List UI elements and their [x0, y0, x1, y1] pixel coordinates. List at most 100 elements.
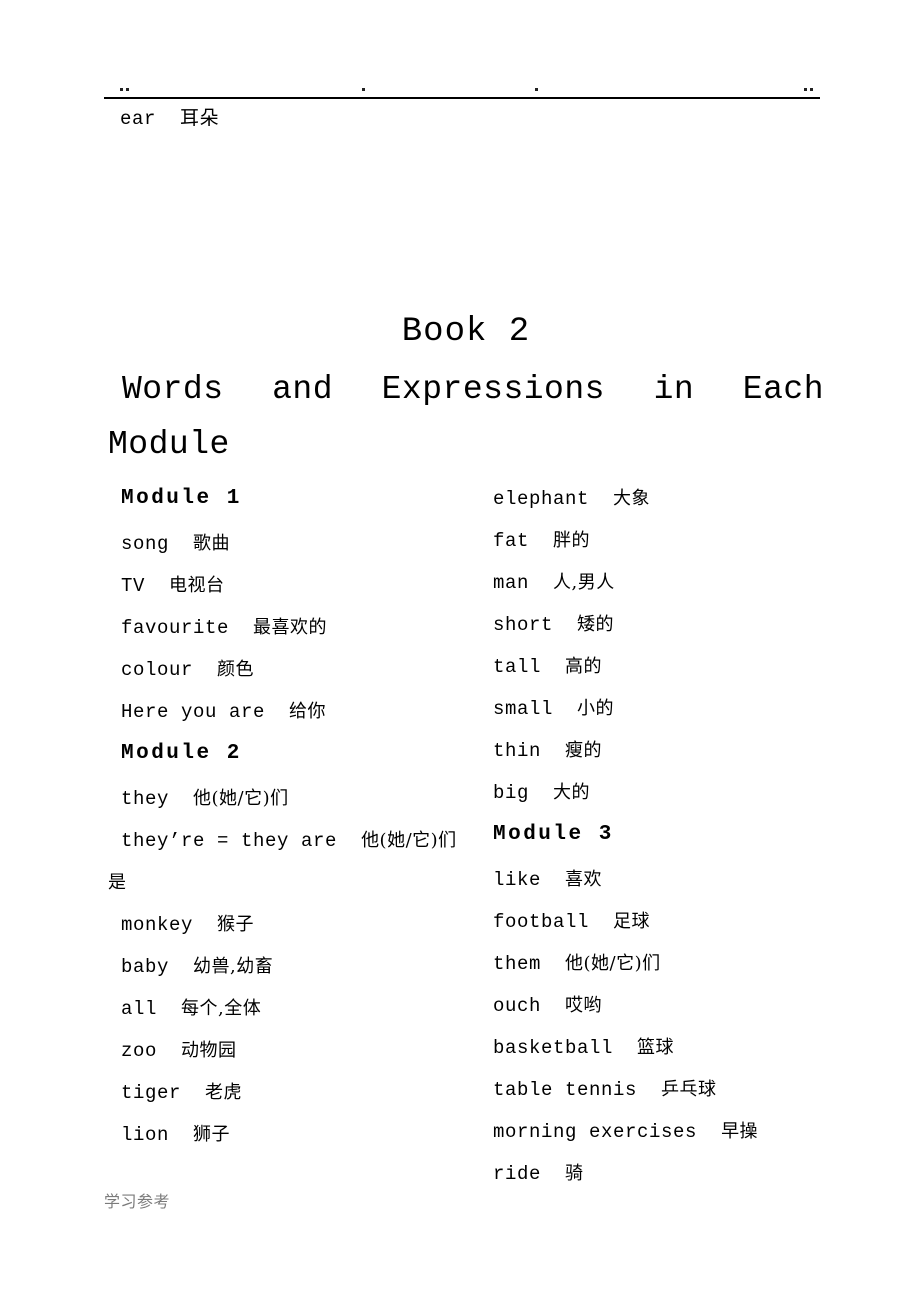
- page-subtitle-line-1: Words and Expressions in Each: [122, 371, 824, 408]
- vocabulary-translation: 乒乓球: [661, 1079, 717, 1100]
- vocabulary-entry: baby 幼兽,幼畜: [108, 946, 478, 988]
- vocabulary-translation: 大的: [553, 782, 591, 803]
- vocabulary-translation: 骑: [565, 1163, 584, 1184]
- entry-spacer: [145, 575, 169, 597]
- vocabulary-term: they: [121, 788, 170, 810]
- vocabulary-entry: thin 瘦的: [480, 730, 850, 772]
- vocabulary-term: all: [121, 998, 158, 1020]
- vocabulary-column-right: elephant 大象 fat 胖的 man 人,男人 short 矮的 tall 高的…: [480, 478, 850, 1195]
- vocabulary-translation: 老虎: [205, 1082, 243, 1103]
- entry-spacer: [157, 998, 181, 1020]
- vocabulary-translation: 电视台: [169, 575, 225, 596]
- vocabulary-translation: 狮子: [193, 1124, 231, 1145]
- vocabulary-translation: 喜欢: [565, 869, 603, 890]
- vocabulary-translation: 矮的: [577, 614, 615, 635]
- vocabulary-term: football: [493, 911, 590, 933]
- entry-spacer: [637, 1079, 661, 1101]
- vocabulary-term: basketball: [493, 1037, 614, 1059]
- header-divider: [104, 97, 820, 99]
- vocabulary-entry: they 他(她/它)们: [108, 778, 478, 820]
- vocabulary-entry: all 每个,全体: [108, 988, 478, 1030]
- vocabulary-translation: 他(她/它)们: [565, 953, 661, 974]
- scan-speck-icon: [535, 88, 538, 91]
- vocabulary-term: fat: [493, 530, 530, 552]
- vocabulary-entry: fat 胖的: [480, 520, 850, 562]
- entry-spacer: [553, 614, 577, 636]
- vocabulary-translation: 人,男人: [553, 572, 615, 593]
- entry-spacer: [193, 914, 217, 936]
- entry-spacer: [613, 1037, 637, 1059]
- entry-spacer: [181, 1082, 205, 1104]
- vocabulary-term: monkey: [121, 914, 194, 936]
- entry-spacer: [157, 1040, 181, 1062]
- vocabulary-translation: 给你: [289, 701, 327, 722]
- vocabulary-term: elephant: [493, 488, 590, 510]
- entry-spacer: [541, 1163, 565, 1185]
- vocabulary-entry: small 小的: [480, 688, 850, 730]
- scan-speck-icon: [120, 88, 123, 91]
- page-title: Book 2: [401, 313, 531, 351]
- vocabulary-entry: man 人,男人: [480, 562, 850, 604]
- vocabulary-entry: song 歌曲: [108, 523, 478, 565]
- entry-spacer: [193, 659, 217, 681]
- vocabulary-entry: tiger 老虎: [108, 1072, 478, 1114]
- entry-spacer: [169, 533, 193, 555]
- scan-speck-icon: [126, 88, 129, 91]
- entry-spacer: [169, 1124, 193, 1146]
- vocabulary-translation: 瘦的: [565, 740, 603, 761]
- vocabulary-entry: football 足球: [480, 901, 850, 943]
- module-heading: Module 3: [493, 823, 614, 846]
- vocabulary-term: big: [493, 782, 530, 804]
- vocabulary-entry: ouch 哎哟: [480, 985, 850, 1027]
- vocabulary-term: baby: [121, 956, 170, 978]
- vocabulary-translation: 猴子: [217, 914, 255, 935]
- vocabulary-translation: 早操: [721, 1121, 759, 1142]
- entry-spacer: [529, 530, 553, 552]
- module-heading: Module 1: [121, 487, 242, 510]
- vocabulary-term: tall: [493, 656, 542, 678]
- vocabulary-entry: favourite 最喜欢的: [108, 607, 478, 649]
- vocabulary-translation: 颜色: [217, 659, 255, 680]
- vocabulary-entry: them 他(她/它)们: [480, 943, 850, 985]
- vocabulary-term: morning exercises: [493, 1121, 698, 1143]
- vocabulary-translation: 动物园: [181, 1040, 237, 1061]
- vocabulary-term: song: [121, 533, 170, 555]
- vocabulary-entry: colour 颜色: [108, 649, 478, 691]
- vocabulary-entry: short 矮的: [480, 604, 850, 646]
- vocabulary-term: TV: [121, 575, 146, 597]
- entry-spacer: [589, 488, 613, 510]
- vocabulary-term: they’re = they are: [121, 830, 338, 852]
- vocabulary-term: man: [493, 572, 530, 594]
- entry-spacer: [169, 956, 193, 978]
- footer-watermark: 学习参考: [104, 1192, 171, 1211]
- page-header: [0, 0, 920, 100]
- vocabulary-translation: 小的: [577, 698, 615, 719]
- vocabulary-term: like: [493, 869, 542, 891]
- module-heading: Module 2: [121, 742, 242, 765]
- entry-spacer: [529, 572, 553, 594]
- vocabulary-entry: elephant 大象: [480, 478, 850, 520]
- entry-spacer: [541, 869, 565, 891]
- entry-spacer: [553, 698, 577, 720]
- entry-spacer: [229, 617, 253, 639]
- vocabulary-translation: 大象: [613, 488, 651, 509]
- vocabulary-translation-continuation: 是: [108, 872, 127, 893]
- entry-spacer: [541, 995, 565, 1017]
- vocabulary-translation: 最喜欢的: [253, 617, 328, 638]
- vocabulary-term: tiger: [121, 1082, 182, 1104]
- orphan-vocabulary-entry: ear 耳朵: [120, 108, 220, 130]
- entry-spacer: [589, 911, 613, 933]
- vocabulary-entry: morning exercises 早操: [480, 1111, 850, 1153]
- vocabulary-term: table tennis: [493, 1079, 638, 1101]
- vocabulary-entry: big 大的: [480, 772, 850, 814]
- vocabulary-entry: ride 骑: [480, 1153, 850, 1195]
- scan-speck-icon: [362, 88, 365, 91]
- entry-spacer: [265, 701, 289, 723]
- vocabulary-translation: 歌曲: [193, 533, 231, 554]
- vocabulary-entry: they’re = they are 他(她/它)们: [108, 820, 478, 862]
- vocabulary-term: ride: [493, 1163, 542, 1185]
- scan-speck-icon: [810, 88, 813, 91]
- vocabulary-term: favourite: [121, 617, 230, 639]
- page-subtitle-line-2: Module: [108, 426, 230, 463]
- entry-spacer: [541, 740, 565, 762]
